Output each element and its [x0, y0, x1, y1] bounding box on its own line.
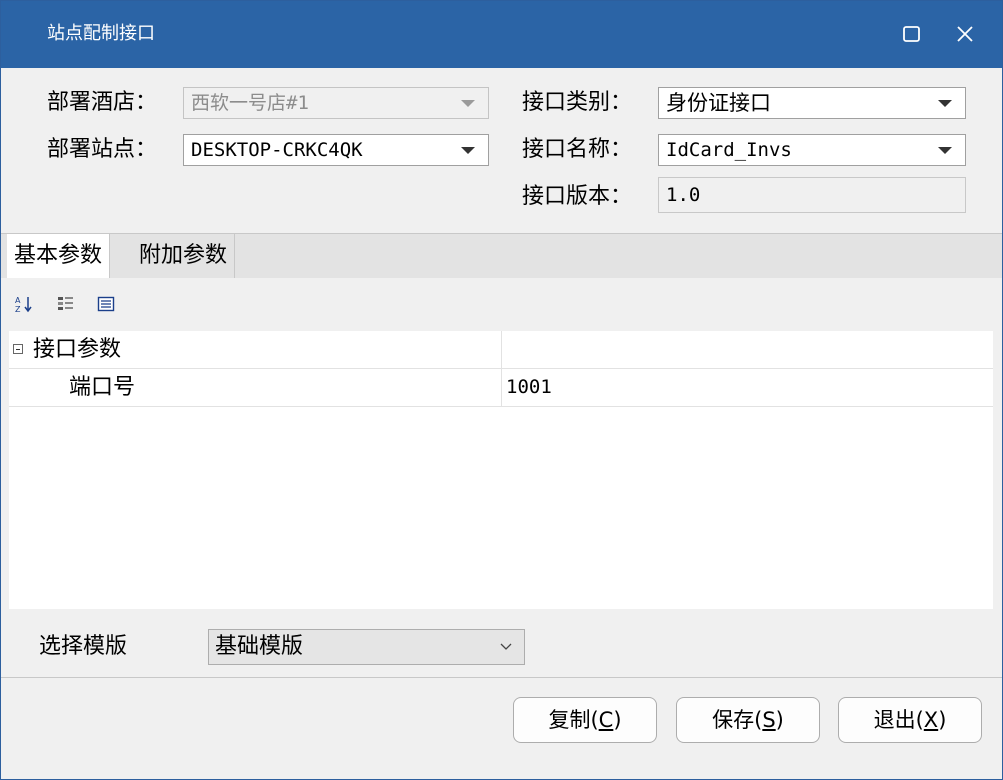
- save-button[interactable]: 保存(S): [676, 697, 820, 743]
- template-select[interactable]: 基础模版: [208, 629, 525, 665]
- property-pages-icon[interactable]: [97, 295, 115, 313]
- svg-text:Z: Z: [15, 305, 21, 313]
- template-value: 基础模版: [215, 634, 304, 659]
- chevron-down-icon: [500, 643, 512, 650]
- version-label: 接口版本：: [522, 184, 633, 209]
- column-divider: [501, 369, 502, 406]
- collapse-icon[interactable]: [13, 344, 23, 354]
- category-name: 接口参数: [33, 337, 122, 362]
- title-bar[interactable]: 站点配制接口: [1, 1, 1002, 68]
- maximize-button[interactable]: [897, 19, 927, 49]
- dropdown-arrow-icon[interactable]: [461, 147, 475, 154]
- site-value: DESKTOP-CRKC4QK: [191, 139, 363, 161]
- table-row[interactable]: 端口号 1001: [9, 369, 993, 407]
- save-button-label: 保存(: [712, 708, 763, 732]
- categorized-icon[interactable]: [57, 295, 75, 313]
- property-name: 端口号: [69, 375, 136, 400]
- interface-name-value: IdCard_Invs: [666, 139, 792, 161]
- version-field: 1.0: [658, 177, 966, 213]
- exit-button[interactable]: 退出(X): [838, 697, 982, 743]
- tab-strip: 基本参数 附加参数: [1, 233, 1002, 278]
- category-value: 身份证接口: [666, 91, 771, 115]
- category-combobox[interactable]: 身份证接口: [658, 87, 966, 119]
- save-accel-key: S: [762, 708, 776, 732]
- tab-extra-params[interactable]: 附加参数: [132, 234, 236, 278]
- template-label: 选择模版: [39, 634, 128, 659]
- interface-name-combobox[interactable]: IdCard_Invs: [658, 134, 966, 166]
- copy-button[interactable]: 复制(C): [513, 697, 657, 743]
- column-divider: [501, 331, 502, 368]
- divider: [1, 677, 1002, 678]
- copy-button-label: 复制(: [548, 708, 599, 732]
- property-grid: 接口参数 端口号 1001: [9, 331, 993, 609]
- site-label: 部署站点：: [47, 137, 158, 162]
- maximize-icon: [903, 26, 920, 42]
- window-title: 站点配制接口: [47, 23, 155, 44]
- exit-paren: ): [938, 708, 947, 732]
- hotel-label: 部署酒店：: [47, 90, 158, 115]
- tab-basic-params[interactable]: 基本参数: [7, 234, 111, 278]
- dropdown-arrow-icon[interactable]: [938, 147, 952, 154]
- close-icon: [957, 26, 973, 42]
- hotel-value: 西软一号店#1: [191, 92, 309, 114]
- version-value: 1.0: [666, 184, 701, 206]
- site-combobox[interactable]: DESKTOP-CRKC4QK: [183, 134, 489, 166]
- copy-accel-key: C: [598, 708, 614, 732]
- property-toolbar: A Z: [1, 278, 1002, 330]
- category-label: 接口类别：: [522, 90, 633, 115]
- hotel-combobox: 西软一号店#1: [183, 87, 489, 119]
- dropdown-arrow-icon[interactable]: [938, 100, 952, 107]
- svg-text:A: A: [15, 296, 21, 305]
- save-paren: ): [775, 708, 784, 732]
- property-value[interactable]: 1001: [506, 369, 552, 406]
- copy-paren: ): [613, 708, 622, 732]
- grid-category-row[interactable]: 接口参数: [9, 331, 993, 369]
- config-dialog: 站点配制接口 部署酒店： 西软一号店#1 部署站点： DESKTOP-CRKC4…: [0, 0, 1003, 780]
- exit-accel-key: X: [923, 708, 939, 732]
- sort-alpha-icon[interactable]: A Z: [15, 295, 33, 313]
- interface-name-label: 接口名称：: [522, 137, 633, 162]
- dropdown-arrow-icon: [461, 100, 475, 107]
- close-button[interactable]: [950, 19, 980, 49]
- exit-button-label: 退出(: [873, 708, 924, 732]
